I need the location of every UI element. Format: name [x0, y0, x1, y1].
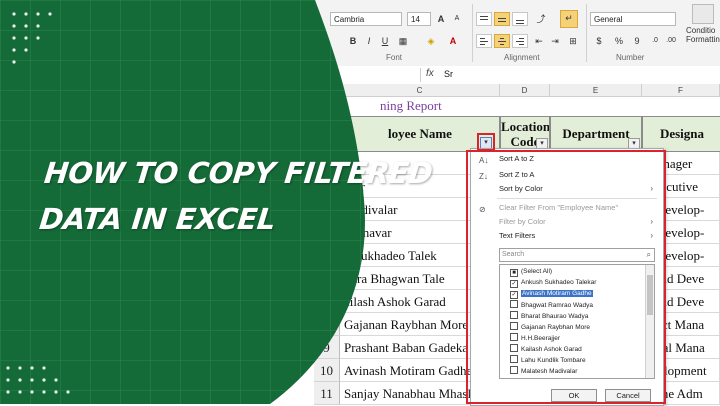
dropdown-highlight: [466, 150, 666, 404]
increase-indent-icon[interactable]: ⇥: [548, 34, 562, 48]
conditional-label-2: Formattin: [686, 35, 720, 44]
bold-button[interactable]: B: [346, 34, 360, 48]
underline-button[interactable]: U: [378, 34, 392, 48]
header-designation-label: Designa: [659, 126, 705, 141]
align-left-button[interactable]: [476, 34, 492, 48]
font-size-select[interactable]: 14: [407, 12, 431, 26]
header-designation[interactable]: Designa: [642, 116, 720, 152]
fx-icon[interactable]: fx: [426, 68, 434, 79]
row-number[interactable]: 9: [314, 336, 340, 359]
ribbon-divider: [472, 4, 473, 62]
header-employee-name[interactable]: loyee Name: [340, 116, 500, 152]
headline-line-1: HOW TO COPY FILTERED: [42, 156, 435, 190]
alignment-group-label: Alignment: [504, 53, 540, 62]
align-middle-button[interactable]: [494, 12, 510, 26]
currency-button[interactable]: $: [592, 34, 606, 48]
formula-divider: [420, 68, 421, 82]
row-number[interactable]: 11: [314, 382, 340, 405]
number-format-select[interactable]: General: [590, 12, 676, 26]
column-header-c[interactable]: C: [340, 84, 500, 97]
grow-font-button[interactable]: A: [434, 12, 448, 26]
decrease-decimal-icon[interactable]: .00: [664, 34, 678, 48]
column-header-e[interactable]: E: [550, 84, 642, 97]
font-color-icon[interactable]: A: [446, 34, 460, 48]
column-header-d[interactable]: D: [500, 84, 550, 97]
increase-decimal-icon[interactable]: .0: [648, 34, 662, 48]
row-number[interactable]: 10: [314, 359, 340, 382]
conditional-formatting-button[interactable]: Conditio Formattin: [686, 4, 720, 52]
align-center-button[interactable]: [494, 34, 510, 48]
number-group-label: Number: [616, 53, 645, 62]
headline: HOW TO COPY FILTERED DATA IN EXCEL: [37, 150, 435, 242]
fill-color-icon[interactable]: ◈: [424, 34, 438, 48]
merge-center-icon[interactable]: ⊞: [566, 34, 580, 48]
font-name-select[interactable]: Cambria: [330, 12, 402, 26]
row-number[interactable]: [314, 244, 340, 267]
formula-bar: fx Sr: [0, 66, 720, 85]
headline-line-2: DATA IN EXCEL: [37, 202, 278, 236]
comma-button[interactable]: 9: [630, 34, 644, 48]
decrease-indent-icon[interactable]: ⇤: [532, 34, 546, 48]
shrink-font-button[interactable]: A: [450, 12, 464, 26]
align-right-button[interactable]: [512, 34, 528, 48]
italic-button[interactable]: I: [362, 34, 376, 48]
align-bottom-button[interactable]: [512, 12, 528, 26]
header-location-label-1: Location: [501, 119, 550, 134]
conditional-label-1: Conditio: [686, 26, 716, 35]
filter-button-highlight: [477, 133, 495, 151]
number-format-value: General: [594, 15, 623, 24]
ribbon-divider: [586, 4, 587, 62]
orientation-icon[interactable]: ⤴: [534, 12, 548, 26]
font-name-value: Cambria: [334, 15, 365, 24]
percent-button[interactable]: %: [612, 34, 626, 48]
row-number[interactable]: [314, 267, 340, 290]
font-group-label: Font: [386, 53, 403, 62]
formula-input[interactable]: Sr: [444, 69, 453, 79]
font-size-value: 14: [411, 15, 420, 24]
header-department-label: Department: [562, 126, 630, 141]
report-title[interactable]: ning Report: [380, 98, 442, 114]
wrap-text-icon[interactable]: ↵: [560, 10, 578, 28]
row-number[interactable]: [314, 313, 340, 336]
align-top-button[interactable]: [476, 12, 492, 26]
row-number[interactable]: [314, 290, 340, 313]
dot-pattern-bottom: [6, 366, 70, 394]
borders-icon[interactable]: ▦: [396, 34, 410, 48]
column-header-f[interactable]: F: [642, 84, 720, 97]
header-employee-name-label: loyee Name: [388, 126, 452, 141]
ribbon: Cambria 14 A A B I U ▦ ◈ A Font ⤴ ↵ ⇤ ⇥ …: [0, 0, 720, 67]
conditional-formatting-icon: [692, 4, 714, 24]
